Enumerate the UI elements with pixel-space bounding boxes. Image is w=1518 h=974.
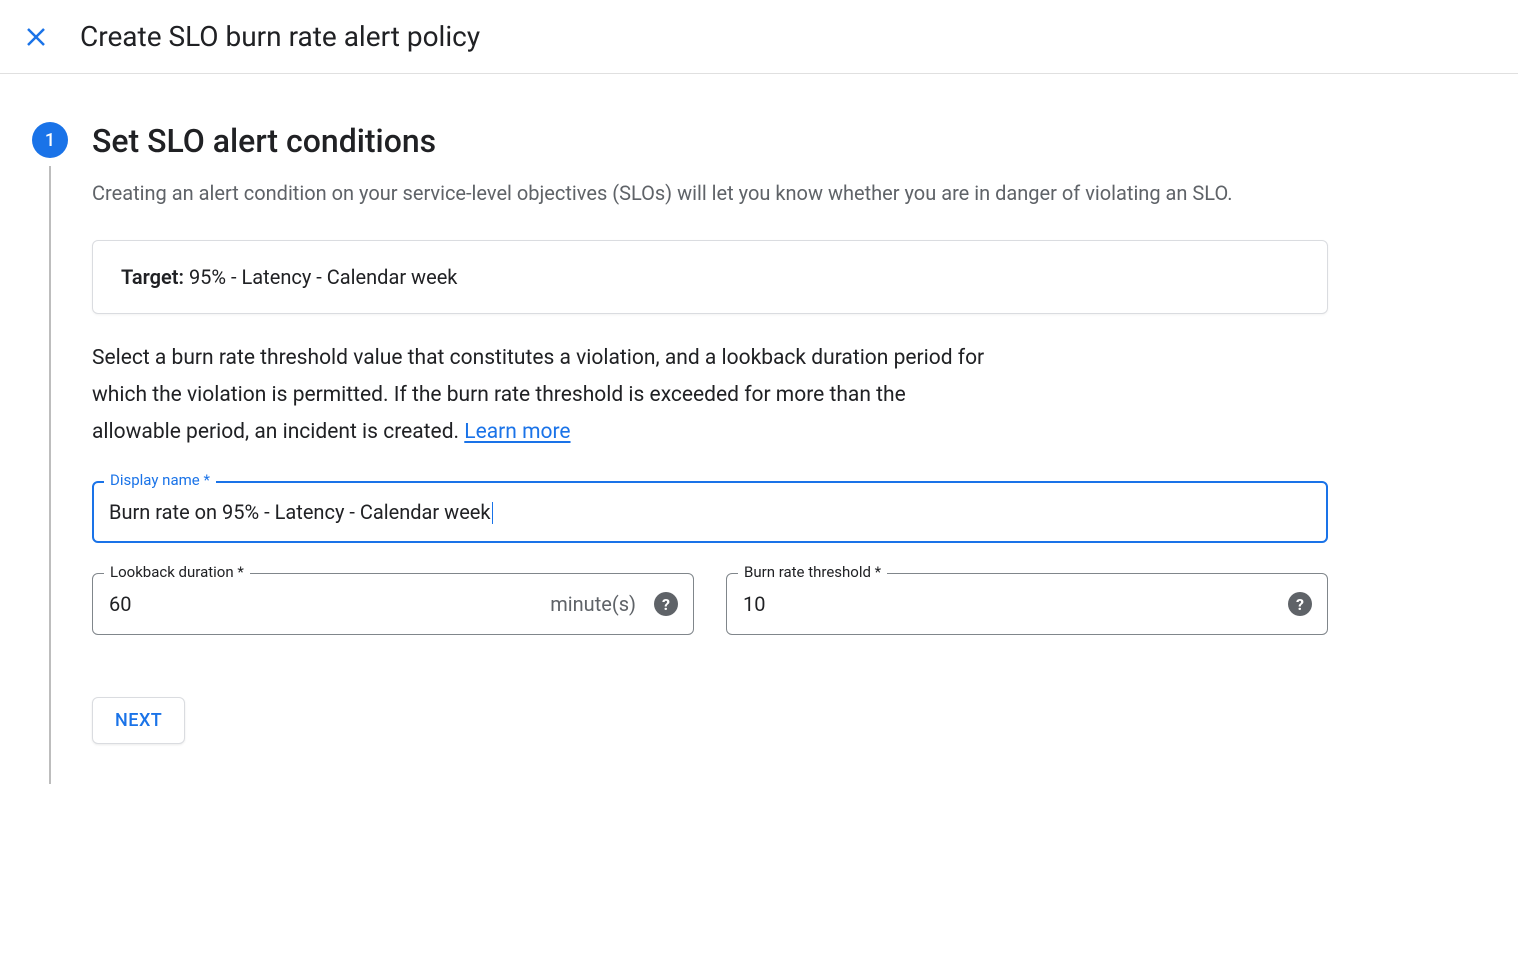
burnrate-help-icon[interactable]: ?	[1288, 592, 1312, 616]
lookback-label: Lookback duration *	[104, 563, 250, 581]
lookback-input-container: minute(s) ?	[92, 573, 694, 635]
lookback-input[interactable]	[92, 573, 694, 635]
page-header: Create SLO burn rate alert policy	[0, 0, 1518, 74]
lookback-help-icon[interactable]: ?	[654, 592, 678, 616]
target-card: Target: 95% - Latency - Calendar week	[92, 240, 1328, 314]
close-button[interactable]	[24, 25, 48, 49]
display-name-field-wrapper: Display name * Burn rate on 95% - Latenc…	[92, 481, 1328, 544]
page-title: Create SLO burn rate alert policy	[80, 20, 480, 53]
content-area: 1 Set SLO alert conditions Creating an a…	[0, 74, 1360, 832]
learn-more-link[interactable]: Learn more	[464, 420, 570, 444]
step-description: Creating an alert condition on your serv…	[92, 178, 1328, 208]
step-connector-line	[49, 166, 51, 784]
burnrate-input-container: ?	[726, 573, 1328, 635]
step-title: Set SLO alert conditions	[92, 122, 1328, 160]
instruction-text: Select a burn rate threshold value that …	[92, 340, 992, 450]
display-name-value: Burn rate on 95% - Latency - Calendar we…	[109, 500, 491, 524]
burnrate-input[interactable]	[726, 573, 1328, 635]
two-column-row: Lookback duration * minute(s) ? Burn rat…	[92, 573, 1328, 665]
lookback-field-wrapper: Lookback duration * minute(s) ?	[92, 573, 694, 635]
step-indicator-column: 1	[32, 122, 68, 784]
step-body: Set SLO alert conditions Creating an ale…	[92, 122, 1328, 784]
display-name-label: Display name *	[104, 471, 216, 489]
target-value: 95% - Latency - Calendar week	[184, 265, 457, 289]
target-label: Target:	[121, 265, 184, 289]
display-name-input[interactable]: Burn rate on 95% - Latency - Calendar we…	[92, 481, 1328, 544]
step-row: 1 Set SLO alert conditions Creating an a…	[32, 122, 1328, 784]
step-number-badge: 1	[32, 122, 68, 158]
burnrate-field-wrapper: Burn rate threshold * ?	[726, 573, 1328, 635]
burnrate-label: Burn rate threshold *	[738, 563, 887, 581]
next-button[interactable]: NEXT	[92, 697, 185, 744]
close-icon	[24, 25, 48, 49]
text-cursor	[492, 502, 493, 524]
